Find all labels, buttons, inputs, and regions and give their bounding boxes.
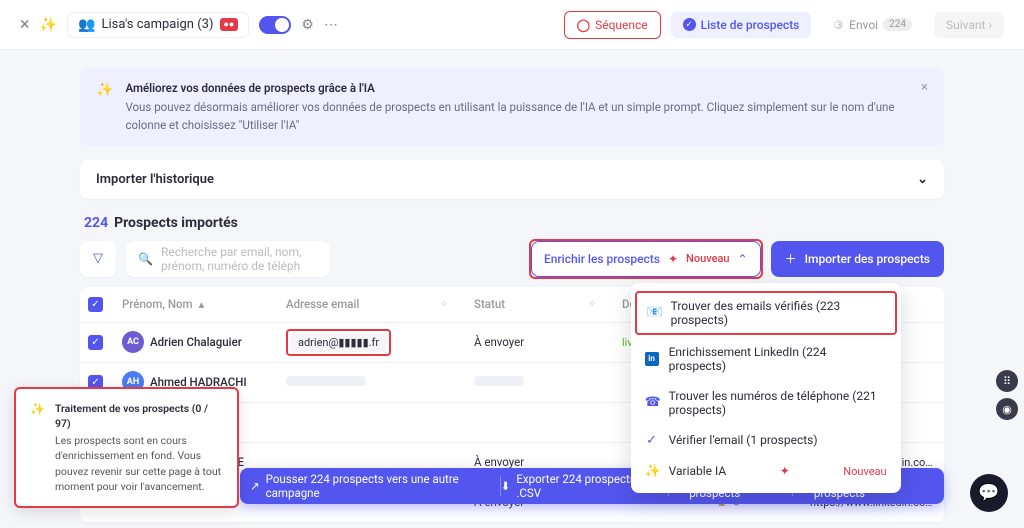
campaign-badge: ●● [220, 18, 239, 31]
plus-icon: ＋ [785, 250, 797, 267]
discord-icon[interactable]: ◉ [996, 398, 1018, 420]
phone-icon: ☎ [645, 395, 659, 410]
sparkle-icon: ✨ [645, 464, 659, 479]
campaign-toggle[interactable] [259, 16, 291, 34]
dd-find-phones[interactable]: ☎ Trouver les numéros de téléphone (221 … [631, 381, 901, 425]
dd-find-emails[interactable]: 📧 Trouver des emails vérifiés (223 prosp… [635, 291, 897, 335]
highlight-email: adrien@▮▮▮▮▮.fr [286, 329, 391, 356]
gear-icon[interactable]: ⚙ [301, 17, 314, 33]
col-status[interactable]: Statut [474, 297, 584, 311]
download-icon: ⬇ [501, 479, 511, 493]
campaign-emoji: 👥 [78, 17, 95, 33]
wand-icon: ✨ [30, 401, 45, 494]
sparkle-icon[interactable]: ✧ [440, 299, 470, 310]
banner-title: Améliorez vos données de prospects grâce… [125, 80, 909, 97]
more-icon[interactable]: ⋯ [324, 17, 338, 33]
app-header: × ✨ 👥 Lisa's campaign (3) ●● ⚙ ⋯ Séquenc… [0, 0, 1024, 50]
magic-icon: ✨ [40, 17, 57, 33]
ai-banner: ✨ Améliorez vos données de prospects grâ… [80, 68, 944, 146]
verify-icon: ✓ [645, 433, 659, 448]
enrich-prospects-button[interactable]: Enrichir les prospects ✦ Nouveau ⌃ [531, 241, 761, 277]
step-prospect-list[interactable]: Liste de prospects [671, 12, 812, 38]
campaign-chip[interactable]: 👥 Lisa's campaign (3) ●● [67, 12, 249, 38]
step-next: Suivant › [934, 12, 1004, 38]
sparkle-icon[interactable]: ✧ [588, 299, 618, 310]
enrich-dropdown: 📧 Trouver des emails vérifiés (223 prosp… [631, 283, 901, 493]
prospect-count-row: 224 Prospects importés [80, 215, 944, 231]
chevron-up-icon: ⌃ [738, 252, 748, 266]
import-prospects-button[interactable]: ＋ Importer des prospects [771, 241, 944, 277]
email-icon: 📧 [647, 305, 661, 320]
sparkle-icon: ✦ [780, 464, 790, 478]
push-to-campaign-button[interactable]: ↗Pousser 224 prospects vers une autre ca… [250, 472, 500, 500]
step-envoi[interactable]: ③ Envoi 224 [821, 12, 924, 38]
select-all-checkbox[interactable]: ✓ [88, 297, 103, 312]
filter-button[interactable]: ▽ [80, 241, 116, 277]
dd-verify-email[interactable]: ✓ Vérifier l'email (1 prospects) [631, 425, 901, 456]
sparkle-icon: ✨ [96, 82, 113, 98]
campaign-name: Lisa's campaign (3) [101, 17, 213, 32]
dd-ai-variable[interactable]: ✨ Variable IA ✦ Nouveau [631, 456, 901, 487]
col-name[interactable]: Prénom, Nom▴ [122, 297, 282, 311]
row-checkbox[interactable]: ✓ [88, 335, 103, 350]
search-icon: 🔍 [138, 252, 153, 266]
banner-body: Vous pouvez désormais améliorer vos donn… [125, 100, 894, 131]
processing-toast: ✨ Traitement de vos prospects (0 / 97) L… [14, 387, 239, 508]
banner-close-icon[interactable]: × [921, 80, 928, 95]
sparkle-icon: ✦ [668, 252, 678, 266]
skeleton-loader [286, 376, 366, 386]
import-history-accordion[interactable]: Importer l'historique ⌄ [80, 160, 944, 199]
email-chip[interactable]: adrien@▮▮▮▮▮.fr [290, 333, 387, 352]
dd-linkedin-enrich[interactable]: in Enrichissement LinkedIn (224 prospect… [631, 337, 901, 381]
chevron-down-icon: ⌄ [917, 172, 928, 187]
linkedin-icon: in [645, 352, 659, 366]
col-email[interactable]: Adresse email [286, 297, 436, 311]
close-icon[interactable]: × [20, 14, 30, 35]
step-sequence[interactable]: Séquence [564, 11, 661, 39]
apps-icon[interactable]: ⠿ [996, 370, 1018, 392]
arrow-icon: ↗ [250, 479, 260, 493]
search-input[interactable]: 🔍 Recherche par email, nom, prénom, numé… [126, 241, 330, 277]
avatar: AC [122, 331, 144, 353]
skeleton-loader [474, 376, 524, 386]
chat-bubble-icon[interactable]: 💬 [970, 474, 1008, 512]
